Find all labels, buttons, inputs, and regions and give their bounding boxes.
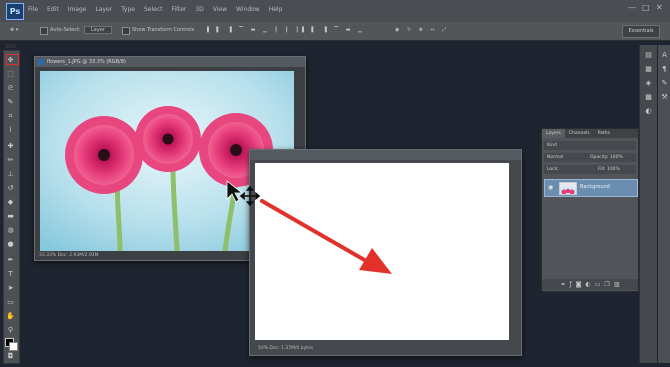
lock-row[interactable]: Lock: Fill: 100% [544, 165, 636, 174]
auto-select-checkbox[interactable] [40, 27, 48, 35]
document-close-icon[interactable] [38, 59, 44, 65]
tools-list: ✥ ⬚ ᘓ ✎ ⌗ ⌇ ✚ ✏ ⊥ ↺ ◆ ▬ ◍ ● ✒ T ➤ ▭ ✋ ⚲ … [3, 50, 18, 362]
menu-select[interactable]: Select [144, 6, 163, 13]
pen-tool-icon[interactable]: ✒ [5, 256, 16, 265]
eyedropper-tool-icon[interactable]: ⌇ [5, 126, 16, 135]
auto-select-label: Auto-Select: [50, 27, 81, 33]
swatches-panel-icon[interactable]: ▩ [643, 93, 654, 102]
tab-paths[interactable]: Paths [594, 129, 614, 138]
mask-icon[interactable]: ◙ [576, 281, 582, 288]
type-tool-icon[interactable]: T [5, 270, 16, 279]
lasso-tool-icon[interactable]: ᘓ [5, 84, 16, 93]
brush-panel-icon[interactable]: ✎ [659, 79, 670, 88]
panel-dock-strip: A ¶ ✎ ⚒ [658, 45, 670, 363]
lock-label: Lock: [547, 167, 559, 172]
document-status-bar: 33.33% Doc: 2.93M/2.93M [39, 253, 99, 258]
dodge-tool-icon[interactable]: ● [5, 240, 16, 249]
document-tab[interactable]: flowers_1.JPG @ 33.3% (RGB/8) [35, 57, 305, 67]
adjustments-panel-icon[interactable]: ◐ [643, 107, 654, 116]
tab-channels[interactable]: Channels [565, 129, 594, 138]
window-controls: — □ ✕ [628, 4, 664, 12]
tool-presets-icon[interactable]: ⚒ [659, 93, 670, 102]
background-color-swatch[interactable] [9, 342, 18, 351]
path-select-tool-icon[interactable]: ➤ [5, 284, 16, 293]
layer-filter-row[interactable]: Kind [544, 141, 636, 150]
auto-select-dropdown[interactable]: Layer [84, 26, 112, 34]
layer-item-background[interactable]: ◉ Background [544, 179, 638, 197]
tools-panel-grip[interactable] [5, 44, 16, 48]
quick-mask-icon[interactable]: ◘ [5, 352, 16, 361]
gradient-tool-icon[interactable]: ▬ [5, 212, 16, 221]
distribute-buttons-group[interactable]: ▐ ▌ ▐ ▔ ▬ ▁ [300, 27, 365, 33]
align-buttons-group[interactable]: ▐ ▌ ▐ ▔ ▬ ▁ ┃ ┃ ┃ [205, 27, 302, 33]
crop-tool-icon[interactable]: ⌗ [5, 112, 16, 121]
history-panel-icon[interactable]: ▤ [643, 51, 654, 60]
layers-panel: Layers Channels Paths Kind Normal Opacit… [541, 128, 639, 292]
layer-name: Background [580, 184, 610, 190]
zoom-tool-icon[interactable]: ⚲ [5, 326, 16, 335]
link-icon[interactable]: ⚭ [561, 281, 566, 288]
minimize-icon[interactable]: — [628, 4, 636, 12]
visibility-eye-icon[interactable]: ◉ [548, 184, 553, 191]
new-layer-icon[interactable]: ❐ [604, 281, 609, 288]
menu-edit[interactable]: Edit [47, 6, 59, 13]
blur-tool-icon[interactable]: ◍ [5, 226, 16, 235]
stamp-tool-icon[interactable]: ⊥ [5, 170, 16, 179]
document-tab[interactable] [250, 150, 521, 160]
kind-filter-label: Kind [547, 143, 557, 148]
menu-view[interactable]: View [213, 6, 227, 13]
opacity-field[interactable]: Opacity: 100% [590, 155, 623, 160]
move-tool-highlight [6, 54, 19, 65]
photoshop-logo: Ps [6, 3, 24, 20]
fill-field[interactable]: Fill: 100% [598, 167, 620, 172]
menu-image[interactable]: Image [68, 6, 87, 13]
show-transform-checkbox[interactable] [122, 27, 130, 35]
document-status-bar: 50% Doc: 1.37M/0 bytes [258, 346, 314, 351]
healing-tool-icon[interactable]: ✚ [5, 142, 16, 151]
trash-icon[interactable]: ▥ [614, 281, 620, 288]
menu-bar: Ps File Edit Image Layer Type Select Fil… [0, 0, 670, 23]
document-title: flowers_1.JPG @ 33.3% (RGB/8) [47, 59, 126, 65]
properties-panel-icon[interactable]: ▦ [643, 65, 654, 74]
close-icon[interactable]: ✕ [656, 4, 664, 12]
character-panel-icon[interactable]: A [659, 51, 670, 60]
fx-icon[interactable]: ƒ [570, 281, 572, 288]
blank-canvas[interactable] [255, 163, 509, 340]
paragraph-panel-icon[interactable]: ¶ [659, 65, 670, 74]
3d-mode-buttons[interactable]: ◉ ↻ ✥ ⇔ ⤢ [395, 27, 449, 33]
menu-filter[interactable]: Filter [172, 6, 187, 13]
menu-help[interactable]: Help [269, 6, 283, 13]
menu-window[interactable]: Window [236, 6, 260, 13]
layers-panel-footer: ⚭ ƒ ◙ ◐ ▭ ❐ ▥ [542, 279, 638, 290]
show-transform-label: Show Transform Controls [132, 27, 195, 33]
move-tool-preset-icon[interactable]: ✥ ▾ [10, 27, 18, 33]
maximize-icon[interactable]: □ [642, 4, 650, 12]
blend-mode-dropdown[interactable]: Normal [547, 155, 563, 160]
shape-tool-icon[interactable]: ▭ [5, 298, 16, 307]
hand-tool-icon[interactable]: ✋ [5, 312, 16, 321]
menu-file[interactable]: File [28, 6, 38, 13]
menu-layer[interactable]: Layer [95, 6, 112, 13]
folder-icon[interactable]: ▭ [595, 281, 601, 288]
panel-dock-icons: ▤ ▦ ◈ ▩ ◐ [639, 45, 657, 363]
layer-thumbnail [559, 182, 577, 195]
workspace-dropdown[interactable]: Essentials [622, 25, 660, 38]
eraser-tool-icon[interactable]: ◆ [5, 198, 16, 207]
quick-select-tool-icon[interactable]: ✎ [5, 98, 16, 107]
color-panel-icon[interactable]: ◈ [643, 79, 654, 88]
adjustment-icon[interactable]: ◐ [586, 281, 591, 288]
blend-mode-row[interactable]: Normal Opacity: 100% [544, 153, 636, 162]
main-menu: File Edit Image Layer Type Select Filter… [28, 6, 282, 13]
menu-3d[interactable]: 3D [195, 6, 203, 13]
tab-layers[interactable]: Layers [542, 129, 565, 138]
menu-type[interactable]: Type [121, 6, 135, 13]
history-brush-tool-icon[interactable]: ↺ [5, 184, 16, 193]
layers-panel-tabs: Layers Channels Paths [542, 129, 638, 138]
marquee-tool-icon[interactable]: ⬚ [5, 70, 16, 79]
brush-tool-icon[interactable]: ✏ [5, 156, 16, 165]
options-bar: ✥ ▾ Auto-Select: Layer Show Transform Co… [0, 22, 670, 41]
document-window-untitled[interactable]: 50% Doc: 1.37M/0 bytes [249, 149, 522, 356]
